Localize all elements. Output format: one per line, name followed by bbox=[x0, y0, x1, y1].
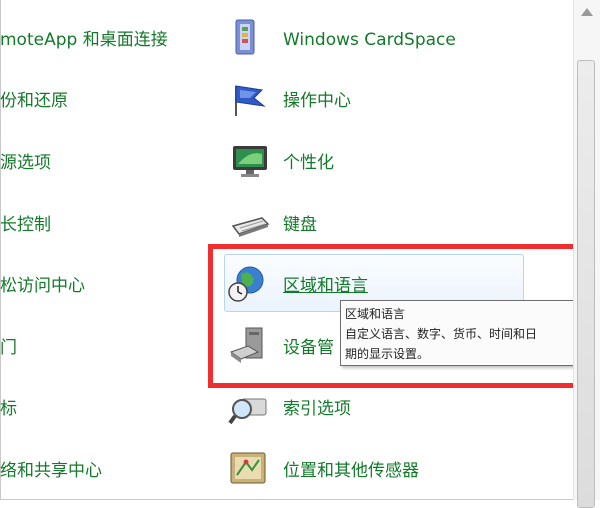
link-power-options[interactable]: 源选项 bbox=[0, 152, 51, 174]
tooltip-title: 区域和语言 bbox=[345, 307, 406, 321]
link-parental-controls[interactable]: 长控制 bbox=[0, 214, 51, 236]
link-windows-cardspace[interactable]: Windows CardSpace bbox=[283, 29, 456, 51]
location-sensors-icon bbox=[230, 452, 266, 484]
link-getting-started[interactable]: 门 bbox=[0, 337, 17, 359]
tooltip-description-line2: 期的显示设置。 bbox=[345, 347, 430, 361]
scrollbar-thumb[interactable] bbox=[577, 60, 595, 508]
link-personalization[interactable]: 个性化 bbox=[283, 152, 334, 174]
personalization-monitor-icon bbox=[233, 146, 267, 177]
tooltip-description-line1: 自定义语言、数字、货币、时间和日 bbox=[345, 327, 538, 341]
link-keyboard[interactable]: 键盘 bbox=[283, 214, 317, 236]
link-mouse[interactable]: 标 bbox=[0, 398, 17, 420]
link-backup-restore[interactable]: 份和还原 bbox=[0, 90, 68, 112]
link-network-sharing[interactable]: 络和共享中心 bbox=[0, 460, 102, 482]
link-ease-of-access[interactable]: 松访问中心 bbox=[0, 275, 85, 297]
link-action-center[interactable]: 操作中心 bbox=[283, 90, 351, 112]
link-indexing-options[interactable]: 索引选项 bbox=[283, 398, 351, 420]
keyboard-icon bbox=[231, 217, 270, 237]
cardspace-icon bbox=[235, 19, 255, 55]
link-location-sensors[interactable]: 位置和其他传感器 bbox=[283, 460, 419, 482]
region-language-tooltip: 区域和语言 自定义语言、数字、货币、时间和日 期的显示设置。 bbox=[340, 300, 586, 366]
link-remoteapp[interactable]: moteApp 和桌面连接 bbox=[0, 29, 168, 51]
indexing-magnifier-icon bbox=[228, 398, 267, 425]
vertical-scrollbar[interactable] bbox=[573, 0, 600, 508]
action-center-flag-icon bbox=[235, 85, 266, 116]
scroll-up-arrow-icon[interactable] bbox=[581, 8, 593, 16]
